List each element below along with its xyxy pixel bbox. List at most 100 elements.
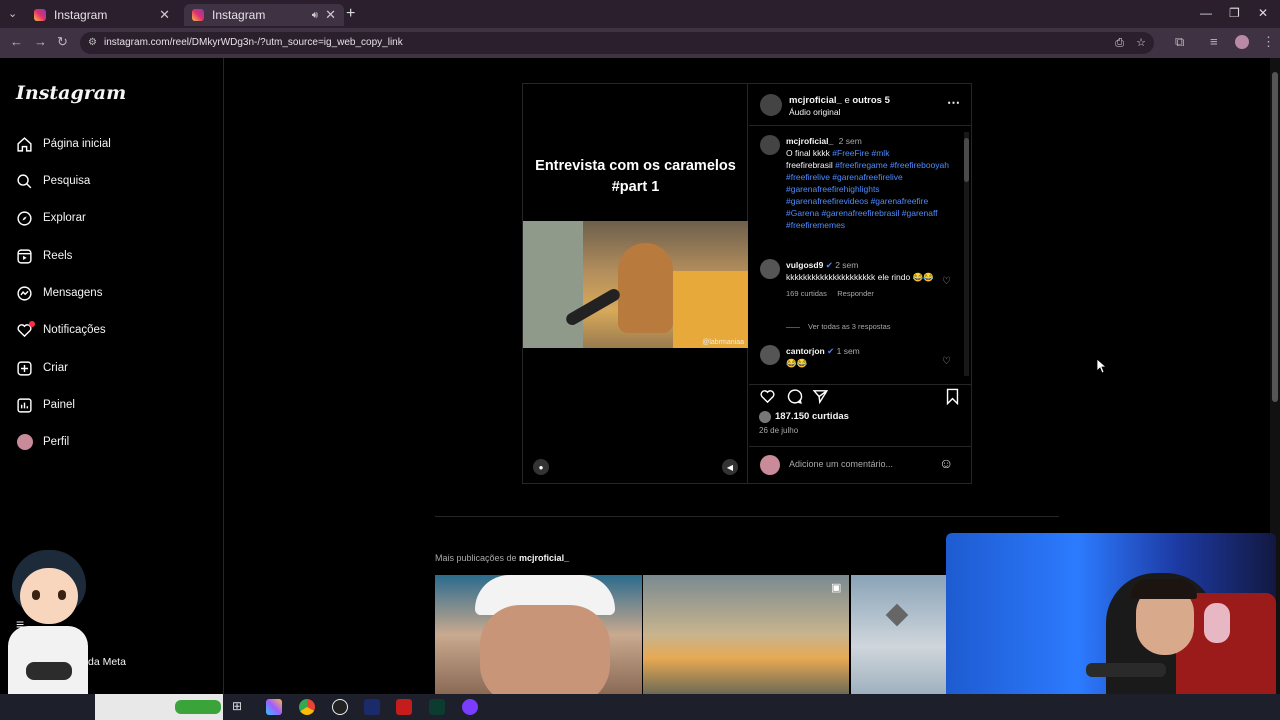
save-bookmark-icon[interactable]: [945, 388, 960, 410]
sidebar-item-notifications[interactable]: Notificações: [16, 320, 106, 340]
comments-panel: mcjroficial_ 2 sem O final kkkk #FreeFir…: [749, 126, 971, 376]
sidebar-item-dashboard[interactable]: Painel: [16, 395, 75, 415]
sidebar-item-home[interactable]: Página inicial: [16, 134, 111, 154]
menu-kebab-icon[interactable]: ⋮: [1262, 34, 1275, 50]
copilot-icon[interactable]: [266, 699, 282, 715]
sidebar-item-label: Criar: [43, 362, 68, 374]
tab-title: Instagram: [54, 8, 108, 22]
stream-app-icon[interactable]: [429, 699, 445, 715]
obs-icon[interactable]: [332, 699, 348, 715]
lizard-widget-icon: [175, 700, 221, 714]
plus-icon: [16, 360, 33, 377]
caption-username[interactable]: mcjroficial_: [786, 136, 833, 146]
comment-like-icon[interactable]: ♡: [942, 356, 951, 367]
instagram-logo[interactable]: Instagram: [16, 82, 126, 104]
mute-toggle-icon[interactable]: ◀: [722, 459, 738, 475]
sidebar-item-create[interactable]: Criar: [16, 358, 68, 378]
like-count[interactable]: 187.150 curtidas: [775, 411, 849, 422]
post-date[interactable]: 26 de julho: [759, 426, 798, 435]
caption-text-b: freefirebrasil: [786, 160, 836, 170]
reel-media[interactable]: Entrevista com os caramelos #part 1 @lab…: [523, 84, 748, 483]
caption-avatar[interactable]: [760, 135, 780, 155]
tab-close-icon[interactable]: ✕: [325, 7, 336, 23]
more-post-thumbnail[interactable]: ▣: [643, 575, 849, 694]
sidebar-item-messages[interactable]: Mensagens: [16, 283, 102, 303]
download-app-icon[interactable]: [364, 699, 380, 715]
audio-label[interactable]: Áudio original: [789, 107, 841, 117]
more-options-icon[interactable]: ⋯: [947, 95, 960, 111]
comments-scrollbar[interactable]: [964, 132, 969, 376]
site-info-icon[interactable]: ⚙: [88, 32, 97, 54]
home-icon: [16, 136, 33, 153]
more-menu-icon[interactable]: ≡: [16, 616, 24, 632]
share-icon[interactable]: [812, 388, 829, 410]
more-post-thumbnail[interactable]: [851, 575, 946, 694]
sidebar-item-label: Reels: [43, 250, 73, 262]
more-posts-username[interactable]: mcjroficial_: [519, 553, 569, 563]
discord-icon[interactable]: [462, 699, 478, 715]
view-replies-text: Ver todas as 3 respostas: [808, 322, 891, 331]
window-close-icon[interactable]: ✕: [1258, 6, 1268, 20]
new-tab-icon[interactable]: +: [346, 5, 355, 23]
author-avatar[interactable]: [760, 94, 782, 116]
os-taskbar: [0, 694, 1280, 720]
voice-app-icon[interactable]: [396, 699, 412, 715]
verified-badge-icon: ✔: [825, 260, 833, 270]
view-replies-link[interactable]: Ver todas as 3 respostas: [786, 322, 891, 331]
more-posts-heading: Mais publicações de mcjroficial_: [435, 553, 569, 563]
comment-like-icon[interactable]: ♡: [942, 276, 951, 287]
post-card: Entrevista com os caramelos #part 1 @lab…: [522, 83, 972, 484]
back-icon[interactable]: ←: [10, 34, 23, 49]
more-post-thumbnail[interactable]: [435, 575, 642, 694]
reply-button[interactable]: Responder: [837, 289, 874, 298]
user-tag-icon[interactable]: ●: [533, 459, 549, 475]
install-app-icon[interactable]: ⎙: [1115, 32, 1124, 54]
section-divider: [435, 516, 1059, 517]
browser-tab-active[interactable]: Instagram 🔊︎ ✕: [184, 4, 344, 26]
commenter-avatar[interactable]: [760, 259, 780, 279]
like-icon[interactable]: [759, 388, 776, 410]
comment-item: vulgosd9 ✔ 2 sem kkkkkkkkkkkkkkkkkkkkk e…: [786, 259, 936, 300]
sidebar-item-explore[interactable]: Explorar: [16, 208, 86, 228]
sidebar-item-reels[interactable]: Reels: [16, 246, 72, 266]
comment-likes[interactable]: 169 curtidas: [786, 288, 827, 300]
reel-video-frame[interactable]: @labrmaniaa: [523, 221, 748, 348]
instagram-favicon-icon: [34, 9, 46, 21]
chrome-icon[interactable]: [299, 699, 315, 715]
search-icon: [16, 173, 33, 190]
media-control-icon[interactable]: ≡: [1210, 34, 1218, 49]
bookmark-star-icon[interactable]: ☆: [1136, 32, 1146, 54]
caption-text-a: O final kkkk: [786, 148, 833, 158]
speaker-icon[interactable]: 🔊︎: [312, 10, 318, 21]
comment-icon[interactable]: [786, 388, 803, 410]
forward-icon[interactable]: →: [34, 34, 47, 49]
tab-title: Instagram: [212, 8, 266, 22]
extensions-icon[interactable]: ⧉: [1175, 34, 1184, 50]
profile-avatar[interactable]: [1235, 35, 1249, 49]
comment-username[interactable]: cantorjon: [786, 346, 825, 356]
author-username[interactable]: mcjroficial_: [789, 95, 842, 106]
tab-close-icon[interactable]: ✕: [159, 7, 170, 23]
emoji-icon[interactable]: ☺: [939, 455, 953, 471]
coauthors-link[interactable]: outros 5: [852, 95, 889, 106]
instagram-favicon-icon: [192, 9, 204, 21]
sidebar-item-search[interactable]: Pesquisa: [16, 171, 90, 191]
sidebar-item-profile[interactable]: Perfil: [16, 432, 69, 452]
comment-input[interactable]: Adicione um comentário...: [789, 459, 893, 469]
reload-icon[interactable]: ↻: [57, 34, 68, 50]
tab-search-icon[interactable]: ⌄: [8, 7, 17, 20]
meta-label[interactable]: da Meta: [88, 656, 126, 668]
add-comment-bar: Adicione um comentário... ☺: [749, 446, 971, 483]
task-view-icon[interactable]: ⊞: [232, 699, 248, 715]
caption-hashtags-b[interactable]: #freefiregame #freefirebooyah #freefirel…: [786, 160, 949, 230]
comment-username[interactable]: vulgosd9: [786, 260, 823, 270]
chart-icon: [16, 397, 33, 414]
commenter-avatar[interactable]: [760, 345, 780, 365]
browser-tab[interactable]: Instagram ✕: [26, 4, 178, 26]
address-bar[interactable]: ⚙ instagram.com/reel/DMkyrWDg3n-/?utm_so…: [80, 32, 1154, 54]
restore-icon[interactable]: ❐: [1229, 6, 1240, 20]
browser-tab-bar: ⌄ Instagram ✕ Instagram 🔊︎ ✕ + — ❐ ✕: [0, 0, 1280, 28]
caption-hashtags-a[interactable]: #FreeFire #mlk: [832, 148, 889, 158]
comment-time: 2 sem: [835, 260, 859, 270]
minimize-icon[interactable]: —: [1200, 6, 1212, 20]
